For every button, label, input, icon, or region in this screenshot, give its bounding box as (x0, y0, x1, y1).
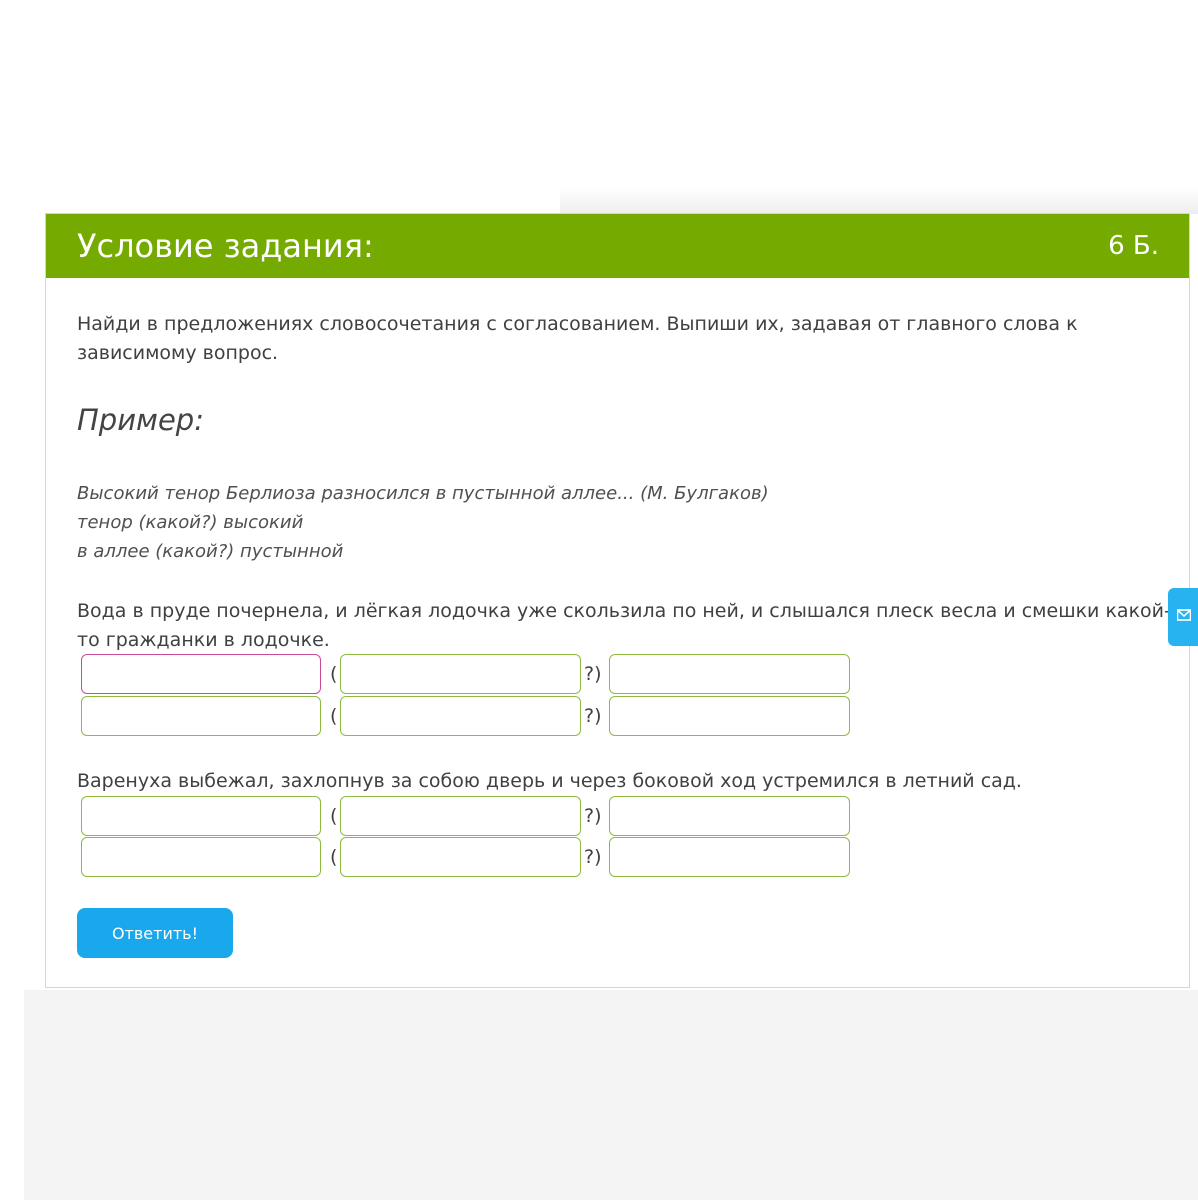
task-points: 6 Б. (1108, 231, 1159, 261)
example-heading: Пример: (77, 403, 204, 437)
task-card: Условие задания: 6 Б. Найди в предложени… (45, 213, 1190, 988)
close-paren: ?) (584, 663, 602, 685)
exercise-1-row-2-question-input[interactable] (340, 696, 581, 736)
feedback-tab[interactable] (1168, 588, 1198, 646)
submit-answer-button[interactable]: Ответить! (77, 908, 233, 958)
exercise-2-row-2-main-word-input[interactable] (81, 837, 321, 877)
exercise-1-row-1-question-input[interactable] (340, 654, 581, 694)
task-instruction: Найди в предложениях словосочетания с со… (77, 313, 1078, 364)
example-phrase-2: в аллее (какой?) пустынной (77, 541, 344, 562)
close-paren: ?) (584, 705, 602, 727)
exercise-2-row-1-main-word-input[interactable] (81, 796, 321, 836)
open-paren: ( (330, 805, 338, 827)
exercise-1-row-2-dependent-word-input[interactable] (609, 696, 850, 736)
exercise-2-row-2-dependent-word-input[interactable] (609, 837, 850, 877)
open-paren: ( (330, 846, 338, 868)
page-background (24, 990, 1198, 1200)
exercise-1-row-2-main-word-input[interactable] (81, 696, 321, 736)
exercise-1-row-1-dependent-word-input[interactable] (609, 654, 850, 694)
page-background-strip (560, 186, 1198, 214)
exercise-2-row-1-dependent-word-input[interactable] (609, 796, 850, 836)
task-header: Условие задания: 6 Б. (46, 214, 1189, 278)
task-title: Условие задания: (77, 227, 374, 265)
close-paren: ?) (584, 846, 602, 868)
exercise-2-sentence: Варенуха выбежал, захлопнув за собою две… (77, 770, 1022, 792)
envelope-icon (1177, 609, 1191, 621)
close-paren: ?) (584, 805, 602, 827)
open-paren: ( (330, 663, 338, 685)
example-phrase-1: тенор (какой?) высокий (77, 512, 304, 533)
open-paren: ( (330, 705, 338, 727)
exercise-2-row-1-question-input[interactable] (340, 796, 581, 836)
exercise-2-row-2-question-input[interactable] (340, 837, 581, 877)
exercise-1-row-1-main-word-input[interactable] (81, 654, 321, 694)
example-sentence: Высокий тенор Берлиоза разносился в пуст… (77, 483, 769, 504)
exercise-1-sentence: Вода в пруде почернела, и лёгкая лодочка… (77, 600, 1171, 651)
